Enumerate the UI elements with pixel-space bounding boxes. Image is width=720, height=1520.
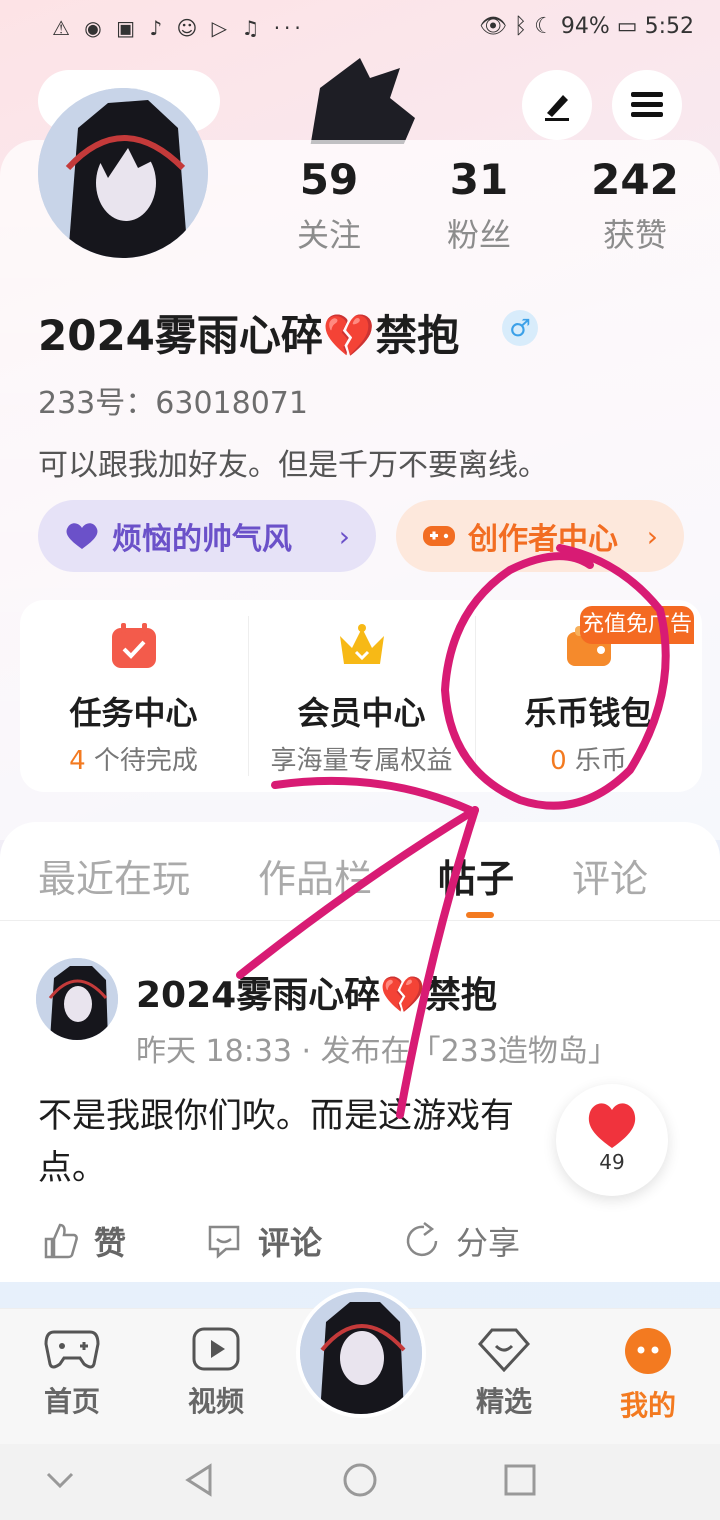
comment-icon bbox=[208, 1225, 240, 1259]
action-label: 评论 bbox=[258, 1224, 323, 1262]
chevron-right-icon: › bbox=[338, 519, 350, 553]
heart-icon bbox=[588, 1103, 636, 1148]
feature-sub-text: 个待完成 bbox=[85, 746, 198, 776]
stat-label: 关注 bbox=[296, 216, 361, 254]
battery-icon: ▭ bbox=[616, 14, 638, 39]
feature-title: 任务中心 bbox=[69, 694, 198, 732]
like-count: 49 bbox=[599, 1150, 625, 1174]
center-avatar-button[interactable] bbox=[296, 1288, 426, 1418]
heart-icon bbox=[66, 523, 98, 549]
battery-text: 94% bbox=[560, 14, 610, 39]
calendar-check-icon bbox=[111, 623, 156, 668]
chevron-right-icon: › bbox=[646, 519, 658, 553]
tab-indicator bbox=[466, 912, 494, 918]
task-center[interactable]: 任务中心 4 个待完成 bbox=[20, 600, 247, 792]
post-meta: 昨天 18:33 · 发布在「233造物岛」 bbox=[136, 1034, 618, 1069]
user-id: 233号：63018071 bbox=[38, 378, 308, 422]
divider bbox=[0, 920, 720, 921]
feature-sub-text: 乐币 bbox=[566, 746, 627, 776]
feature-sub: 享海量专属权益 bbox=[270, 746, 453, 776]
stat-value: 31 bbox=[449, 155, 509, 204]
bluetooth-icon: ᛒ bbox=[513, 14, 528, 39]
like-bubble[interactable]: 49 bbox=[556, 1084, 668, 1196]
nav-label: 我的 bbox=[619, 1389, 676, 1422]
style-chip[interactable]: 烦恼的帅气风 › bbox=[38, 500, 376, 572]
creator-center-chip[interactable]: 创作者中心 › bbox=[396, 500, 684, 572]
status-bar: ⚠ ◉ ▣ ♪ ☺ ▷ ♫ ··· 👁 ᛒ ☾ 94% ▭ 5:52 bbox=[0, 0, 720, 58]
like-action[interactable]: 赞 bbox=[40, 1218, 126, 1264]
member-center[interactable]: 会员中心 享海量专属权益 bbox=[248, 600, 475, 792]
thumbs-up-icon bbox=[44, 1223, 78, 1259]
chip-label: 创作者中心 bbox=[468, 522, 618, 557]
profile-avatar[interactable] bbox=[38, 88, 208, 258]
status-right: 👁 ᛒ ☾ 94% ▭ 5:52 bbox=[479, 14, 694, 39]
stat-value: 59 bbox=[299, 155, 359, 204]
diamond-heart-icon bbox=[477, 1328, 531, 1373]
pen-icon bbox=[545, 95, 569, 121]
eye-icon: 👁 bbox=[479, 14, 507, 39]
menu-button[interactable] bbox=[612, 70, 682, 140]
chip-label: 烦恼的帅气风 bbox=[112, 522, 292, 557]
nav-video[interactable]: 视频 bbox=[166, 1326, 266, 1420]
hamburger-icon bbox=[631, 92, 663, 117]
gamepad-icon bbox=[44, 1330, 100, 1369]
male-icon: ♂ bbox=[502, 310, 538, 346]
stat-following[interactable]: 59 关注 bbox=[264, 155, 394, 256]
tab-recent[interactable]: 最近在玩 bbox=[38, 848, 190, 903]
nav-label: 视频 bbox=[187, 1385, 244, 1418]
profile-bio: 可以跟我加好友。但是千万不要离线。 bbox=[38, 448, 548, 483]
feature-sub: 4 个待完成 bbox=[20, 740, 247, 777]
nav-mine[interactable]: 我的 bbox=[598, 1326, 698, 1424]
hero-avatar bbox=[290, 58, 430, 144]
recents-icon[interactable] bbox=[500, 1460, 540, 1500]
play-icon bbox=[192, 1327, 240, 1371]
stat-followers[interactable]: 31 粉丝 bbox=[414, 155, 544, 256]
promo-badge: 充值免广告 bbox=[580, 606, 694, 644]
face-icon bbox=[625, 1328, 671, 1374]
edit-button[interactable] bbox=[522, 70, 592, 140]
tab-comments[interactable]: 评论 bbox=[572, 848, 648, 903]
crown-icon bbox=[339, 624, 384, 664]
nav-featured[interactable]: 精选 bbox=[454, 1326, 554, 1420]
tab-posts[interactable]: 帖子 bbox=[438, 848, 514, 903]
share-icon bbox=[406, 1222, 438, 1257]
gamepad-icon bbox=[423, 526, 455, 546]
stat-likes[interactable]: 242 获赞 bbox=[570, 155, 700, 256]
home-icon[interactable] bbox=[340, 1460, 380, 1500]
nav-label: 首页 bbox=[43, 1385, 100, 1418]
action-label: 分享 bbox=[456, 1224, 521, 1262]
feature-title: 乐币钱包 bbox=[524, 694, 653, 732]
moon-icon: ☾ bbox=[534, 14, 554, 39]
stat-value: 242 bbox=[591, 155, 679, 204]
feature-title: 会员中心 bbox=[297, 694, 426, 732]
share-action[interactable]: 分享 bbox=[402, 1218, 520, 1264]
back-icon[interactable] bbox=[180, 1460, 220, 1500]
comment-action[interactable]: 评论 bbox=[204, 1218, 322, 1264]
uid-label: 233号： bbox=[38, 386, 156, 421]
profile-name: 2024雾雨心碎💔禁抱 bbox=[38, 311, 460, 360]
post-text[interactable]: 不是我跟你们吹。而是这游戏有点。 bbox=[38, 1090, 578, 1194]
stat-label: 粉丝 bbox=[446, 216, 511, 254]
tab-works[interactable]: 作品栏 bbox=[258, 848, 372, 903]
coin-count: 0 bbox=[550, 746, 567, 776]
nav-label: 精选 bbox=[475, 1385, 532, 1418]
clock: 5:52 bbox=[644, 14, 694, 39]
uid-value: 63018071 bbox=[155, 386, 308, 421]
status-left-icons: ⚠ ◉ ▣ ♪ ☺ ▷ ♫ ··· bbox=[52, 16, 305, 40]
post-author-avatar[interactable] bbox=[36, 958, 118, 1040]
action-label: 赞 bbox=[94, 1224, 127, 1262]
task-count: 4 bbox=[69, 746, 86, 776]
chevron-down-icon[interactable] bbox=[40, 1460, 80, 1500]
stat-label: 获赞 bbox=[602, 216, 667, 254]
feature-sub: 0 乐币 bbox=[475, 740, 702, 777]
post-author-name[interactable]: 2024雾雨心碎💔禁抱 bbox=[136, 966, 497, 1018]
nav-home[interactable]: 首页 bbox=[22, 1326, 122, 1420]
